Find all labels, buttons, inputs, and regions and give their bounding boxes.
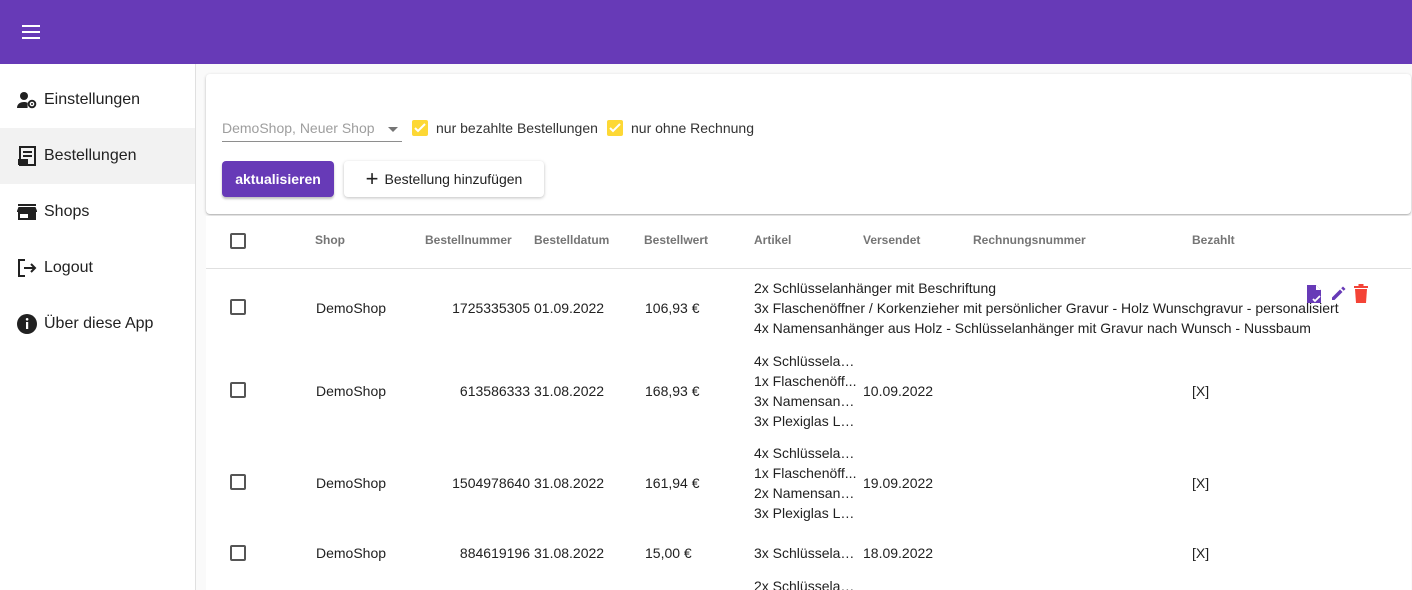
sidebar-item-label: Über diese App (44, 315, 154, 332)
cell-shipped: 19.09.2022 (863, 475, 934, 491)
paid-only-label: nur bezahlte Bestellungen (436, 120, 598, 136)
logout-icon (16, 257, 38, 279)
sidebar-item-label: Bestellungen (44, 147, 137, 164)
sidebar: Einstellungen Bestellungen Shops Logout … (0, 64, 196, 590)
row-checkbox[interactable] (230, 299, 246, 315)
cell-order-number: 884619196 (459, 545, 530, 561)
paid-only-checkbox[interactable] (412, 120, 428, 136)
user-cog-icon (16, 89, 38, 111)
table-row[interactable]: 2x Schlüsselan... (206, 574, 1411, 590)
refresh-button[interactable]: aktualisieren (222, 161, 334, 197)
menu-icon[interactable] (14, 18, 48, 46)
sidebar-item-ueber-diese-app[interactable]: Über diese App (0, 296, 195, 352)
main-content: DemoShop, Neuer Shop nur bezahlte Bestel… (196, 64, 1412, 590)
cell-shipped: 10.09.2022 (863, 383, 934, 399)
header-shipped[interactable]: Versendet (863, 233, 920, 247)
shop-select[interactable]: DemoShop, Neuer Shop (222, 118, 402, 142)
cell-article: 4x Schlüsselan... (754, 353, 858, 369)
add-order-button-label: Bestellung hinzufügen (384, 171, 523, 187)
header-invoice-number[interactable]: Rechnungsnummer (973, 233, 1086, 247)
row-checkbox[interactable] (230, 382, 246, 398)
top-app-bar (0, 0, 1412, 64)
edit-icon[interactable] (1330, 284, 1348, 307)
chevron-down-icon (388, 127, 398, 132)
sidebar-item-logout[interactable]: Logout (0, 240, 195, 296)
cell-order-number: 1725335305 (452, 300, 530, 316)
cell-shipped: 18.09.2022 (863, 545, 934, 561)
cell-article: 2x Schlüsselanhänger mit Beschriftung (754, 280, 997, 296)
header-order-value[interactable]: Bestellwert (644, 233, 708, 247)
sidebar-item-label: Einstellungen (44, 91, 141, 108)
add-order-button[interactable]: + Bestellung hinzufügen (344, 161, 544, 197)
table-header: Shop Bestellnummer Bestelldatum Bestellw… (206, 216, 1411, 269)
header-paid[interactable]: Bezahlt (1192, 233, 1235, 247)
cell-article: 1x Flaschenöff... (754, 465, 857, 481)
cell-article: 3x Schlüsselan... (754, 545, 858, 561)
cell-order-date: 31.08.2022 (534, 545, 605, 561)
cell-order-date: 31.08.2022 (534, 475, 605, 491)
info-icon (16, 313, 38, 335)
cell-paid: [X] (1192, 545, 1210, 561)
sidebar-item-label: Shops (44, 203, 90, 220)
cell-article: 1x Flaschenöff... (754, 373, 857, 389)
plus-icon: + (365, 166, 379, 191)
cell-shop: DemoShop (316, 475, 387, 491)
sidebar-item-bestellungen[interactable]: Bestellungen (0, 128, 195, 184)
header-shop[interactable]: Shop (315, 233, 345, 247)
cell-article: 3x Flaschenöffner / Korkenzieher mit per… (754, 300, 1339, 316)
table-row[interactable]: DemoShop 1504978640 31.08.2022 161,94 € … (206, 440, 1411, 532)
cell-order-value: 15,00 € (645, 545, 692, 561)
row-checkbox[interactable] (230, 474, 246, 490)
cell-article: 4x Namensanhänger aus Holz - Schlüsselan… (754, 320, 1311, 336)
cell-article: 4x Schlüsselan... (754, 445, 858, 461)
sidebar-item-einstellungen[interactable]: Einstellungen (0, 72, 195, 128)
cell-article: 3x Plexiglas LE... (754, 505, 858, 521)
header-order-date[interactable]: Bestelldatum (534, 233, 609, 247)
without-invoice-checkbox[interactable] (607, 120, 623, 136)
without-invoice-label: nur ohne Rechnung (631, 120, 754, 136)
cell-order-number: 613586333 (459, 383, 530, 399)
cell-shop: DemoShop (316, 545, 387, 561)
cell-order-value: 168,93 € (645, 383, 700, 399)
cell-order-value: 161,94 € (645, 475, 700, 491)
shop-select-placeholder: DemoShop, Neuer Shop (222, 120, 375, 136)
create-invoice-icon[interactable] (1305, 284, 1323, 309)
row-checkbox[interactable] (230, 545, 246, 561)
cell-order-value: 106,93 € (645, 300, 700, 316)
cell-order-date: 01.09.2022 (534, 300, 605, 316)
orders-icon (16, 145, 38, 167)
delete-icon[interactable] (1353, 284, 1369, 309)
store-icon (16, 201, 38, 223)
check-icon (609, 123, 621, 133)
cell-article: 3x Plexiglas LE... (754, 413, 858, 429)
cell-order-date: 31.08.2022 (534, 383, 605, 399)
cell-article: 3x Namensanh... (754, 393, 858, 409)
check-icon (414, 123, 426, 133)
sidebar-item-shops[interactable]: Shops (0, 184, 195, 240)
filter-card: DemoShop, Neuer Shop nur bezahlte Bestel… (206, 74, 1411, 214)
header-order-number[interactable]: Bestellnummer (425, 233, 512, 247)
header-articles[interactable]: Artikel (754, 233, 791, 247)
cell-paid: [X] (1192, 383, 1210, 399)
cell-shop: DemoShop (316, 300, 387, 316)
select-all-checkbox[interactable] (230, 233, 246, 249)
cell-article: 2x Namensanh... (754, 485, 858, 501)
table-row[interactable]: DemoShop 1725335305 01.09.2022 106,93 € … (206, 270, 1411, 348)
refresh-button-label: aktualisieren (235, 171, 321, 187)
orders-table: Shop Bestellnummer Bestelldatum Bestellw… (206, 216, 1411, 590)
cell-article: 2x Schlüsselan... (754, 578, 858, 590)
table-row[interactable]: DemoShop 884619196 31.08.2022 15,00 € 3x… (206, 532, 1411, 574)
cell-shop: DemoShop (316, 383, 387, 399)
table-row[interactable]: DemoShop 613586333 31.08.2022 168,93 € 4… (206, 348, 1411, 440)
sidebar-item-label: Logout (44, 259, 93, 276)
cell-paid: [X] (1192, 475, 1210, 491)
cell-order-number: 1504978640 (452, 475, 530, 491)
